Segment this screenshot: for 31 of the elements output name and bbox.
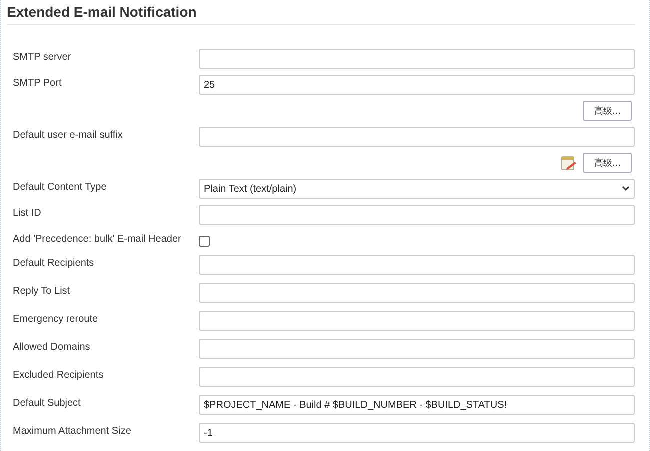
notepad-pencil-icon[interactable] (561, 156, 578, 170)
field-label: Excluded Recipients (13, 369, 105, 381)
advanced-button[interactable]: 高级... (583, 153, 632, 173)
text-field[interactable]: -1 (199, 423, 635, 443)
text-field[interactable]: $PROJECT_NAME - Build # $BUILD_NUMBER - $BUILD_STATUS! (199, 395, 635, 415)
field-label: Default Recipients (13, 257, 96, 269)
field-label: Default Content Type (13, 181, 108, 193)
content-type-dropdown[interactable]: Plain Text (text/plain) (199, 179, 635, 199)
field-label: Reply To List (13, 285, 72, 297)
text-field[interactable] (199, 255, 635, 275)
text-field[interactable] (199, 127, 635, 147)
field-label: Default Subject (13, 397, 82, 409)
field-label: Default user e-mail suffix (13, 129, 124, 141)
field-label: List ID (13, 207, 42, 219)
text-field[interactable] (199, 339, 635, 359)
field-label: Add 'Precedence: bulk' E-mail Header (13, 233, 182, 245)
text-field[interactable] (199, 49, 635, 69)
field-label: Maximum Attachment Size (13, 425, 132, 437)
field-label: Emergency reroute (13, 313, 100, 325)
section-title: Extended E-mail Notification (7, 2, 635, 25)
field-label: Allowed Domains (13, 341, 92, 353)
text-field[interactable] (199, 367, 635, 387)
text-field[interactable]: 25 (199, 75, 635, 95)
text-field[interactable] (199, 311, 635, 331)
checkbox[interactable] (199, 236, 210, 247)
text-field[interactable] (199, 283, 635, 303)
field-label: SMTP server (13, 51, 72, 63)
field-label: SMTP Port (13, 77, 63, 89)
advanced-button[interactable]: 高级... (583, 101, 632, 121)
text-field[interactable] (199, 205, 635, 225)
chevron-down-icon (622, 186, 630, 192)
